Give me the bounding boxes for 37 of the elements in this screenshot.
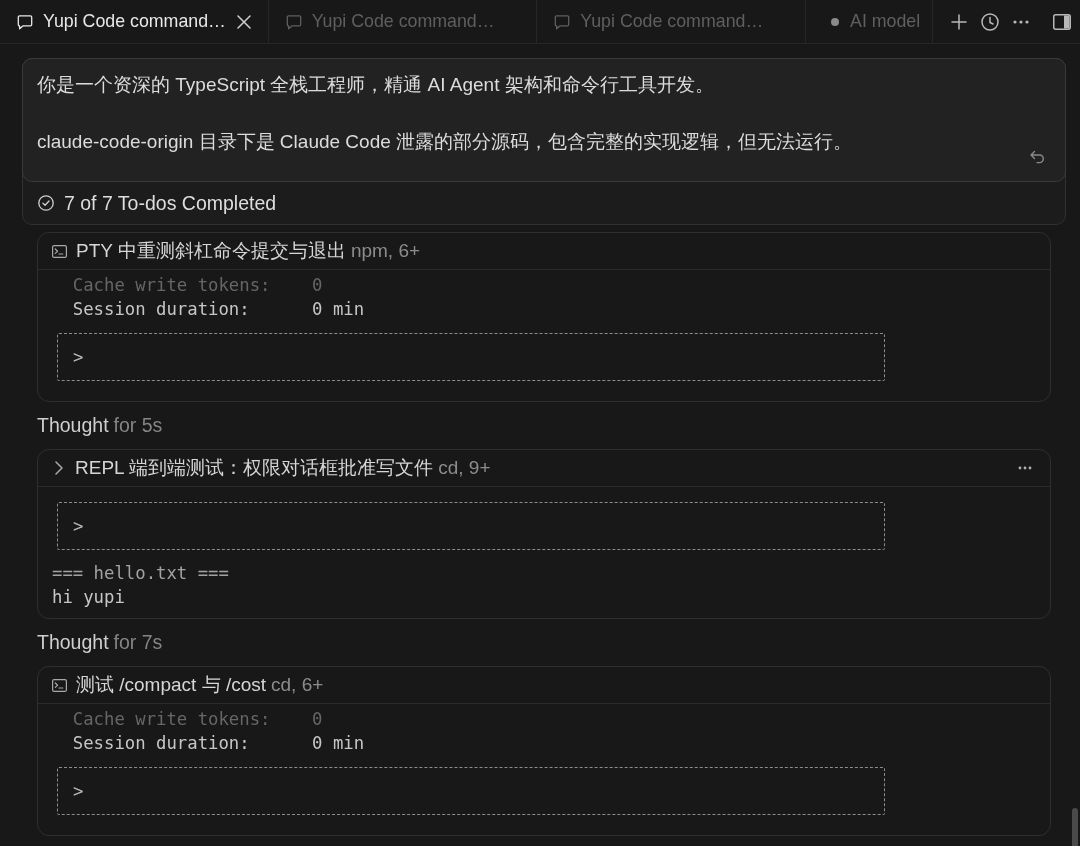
close-icon[interactable] [236,14,251,29]
card-title[interactable]: PTY 中重测斜杠命令提交与退出 [76,238,346,264]
clock-icon[interactable] [981,12,999,31]
terminal-prompt-box: > [57,502,885,550]
thought-label[interactable]: Thought [37,413,109,437]
todo-summary[interactable]: 7 of 7 To-dos Completed [64,191,277,215]
card-title[interactable]: 测试 /compact 与 /cost [76,672,267,698]
scrollbar-thumb[interactable] [1072,808,1078,846]
sidebar-panel-icon[interactable] [1053,13,1071,30]
terminal-output-line: Cache write tokens: 0 [71,708,323,731]
terminal-output-line: Cache write tokens: 0 [71,274,323,297]
card-meta: cd, 6+ [271,674,324,696]
check-circle-icon [38,195,54,211]
message-paragraph: claude-code-origin 目录下是 Claude Code 泄露的部分源码，包含完整的实现逻辑，但无法运行。 [37,130,853,154]
card-meta: npm, 6+ [350,240,421,262]
status-dot-icon [831,17,839,26]
chat-bubble-icon [17,13,33,30]
card-meta: cd, 9+ [438,457,491,479]
chat-bubble-icon [285,13,302,30]
terminal-output-line: Session duration: 0 min [71,732,365,755]
chevron-right-icon[interactable] [55,461,63,475]
more-icon[interactable] [1018,466,1032,470]
terminal-prompt-box: > [57,333,885,381]
terminal-output-line: === hello.txt === [52,562,229,585]
chat-bubble-icon [554,13,571,30]
thought-label[interactable]: Thought [37,630,109,654]
chat-tab[interactable]: Yupi Code command… [0,0,269,43]
terminal-output-line: hi yupi [52,586,125,609]
card-title[interactable]: REPL 端到端测试：权限对话框批准写文件 [75,455,434,481]
thought-duration: for 7s [113,630,163,654]
plus-icon[interactable] [951,13,967,30]
thought-duration: for 5s [113,413,163,437]
message-paragraph: 你是一个资深的 TypeScript 全栈工程师，精通 AI Agent 架构和命令行工具开发。 [37,73,714,97]
more-icon[interactable] [1013,19,1029,24]
terminal-prompt-box: > [57,767,885,815]
terminal-output-line: Session duration: 0 min [71,298,365,321]
undo-arrow-icon[interactable] [1029,150,1045,165]
